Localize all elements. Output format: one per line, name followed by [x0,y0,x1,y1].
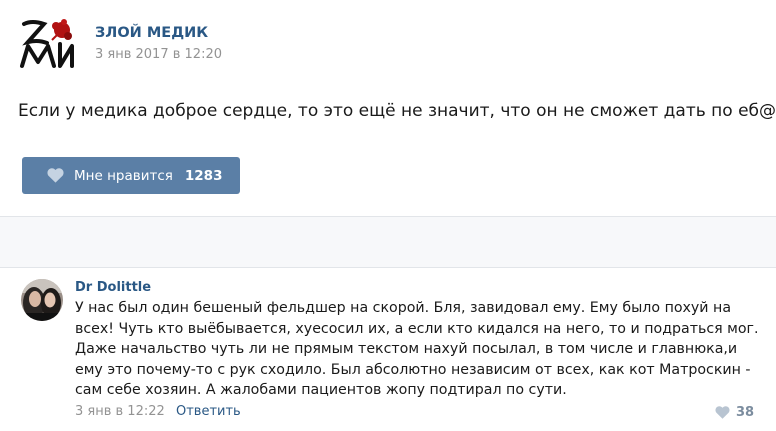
comment-date[interactable]: 3 янв в 12:22 [75,404,165,419]
comment-like-count: 38 [736,404,755,420]
comment-line: сам себе хозяин. А жалобами пациентов жо… [75,382,567,398]
comment-line: Даже начальство чуть ли не прямым тексто… [75,341,738,357]
post-text: Если у медика доброе сердце, то это ещё … [18,101,776,121]
like-count: 1283 [184,167,223,184]
post-date[interactable]: 3 янв 2017 в 12:20 [95,47,222,62]
avatar-photo [21,279,63,321]
group-logo[interactable] [18,16,76,72]
like-button[interactable]: Мне нравится 1283 [22,157,240,194]
avatar[interactable] [21,279,63,321]
heart-icon [715,405,730,419]
heart-icon [47,168,64,183]
comment-line: всех! Чуть кто выёбывается, хуесосил их,… [75,320,759,337]
comment-author[interactable]: Dr Dolittle [75,280,151,295]
reply-link[interactable]: Ответить [176,404,241,419]
comment-text: У нас был один бешеный фельдшер на скоро… [75,298,759,401]
comment-line: ему это почему-то с рук сходило. Был абс… [75,361,751,378]
comment-like-button[interactable]: 38 [715,404,754,420]
group-name[interactable]: ЗЛОЙ МЕДИК [95,25,208,41]
zm-logo-icon [20,19,74,68]
comment-line: У нас был один бешеный фельдшер на скоро… [75,300,732,316]
like-label: Мне нравится [74,167,173,184]
comments-divider [0,216,776,268]
